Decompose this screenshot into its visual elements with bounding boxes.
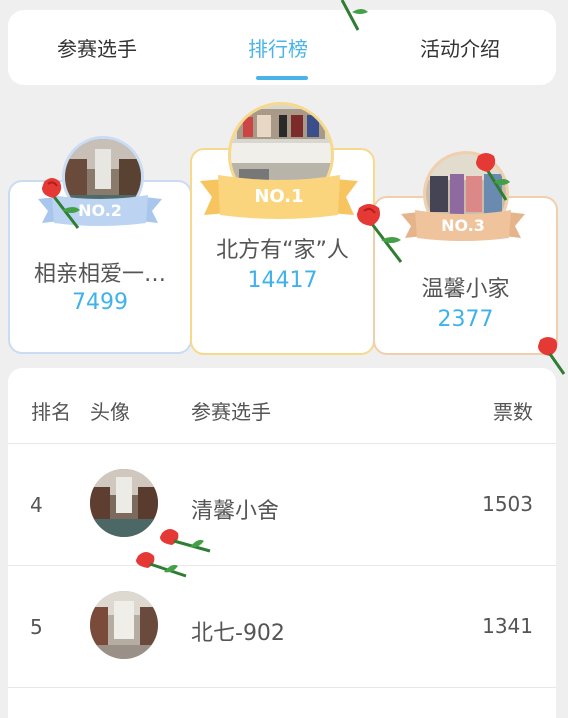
header-votes: 票数 <box>493 400 533 424</box>
header-avatar: 头像 <box>90 400 130 424</box>
header-contestant: 参赛选手 <box>191 400 271 424</box>
podium-name-first: 北方有“家”人 <box>216 238 349 263</box>
active-tab-indicator <box>256 76 308 80</box>
rank-badge-first: NO.1 <box>254 186 303 207</box>
podium-votes-first: 14417 <box>247 268 318 293</box>
row-rank: 4 <box>30 493 43 517</box>
rank-badge-second: NO.2 <box>78 201 122 220</box>
header-rank: 排名 <box>31 400 71 424</box>
row-avatar[interactable] <box>90 469 158 537</box>
row-name: 北七-902 <box>191 621 285 646</box>
rank-ribbon-third: NO.3 <box>401 210 525 241</box>
ranking-list: 排名 头像 参赛选手 票数 4 清馨小舍 1503 5 北七-902 1341 <box>8 368 556 718</box>
table-row[interactable]: 5 北七-902 1341 <box>8 565 556 687</box>
rank-ribbon-first: NO.1 <box>200 175 358 219</box>
podium-name-third: 温馨小家 <box>421 277 510 302</box>
row-rank: 5 <box>30 615 43 639</box>
podium-name-second: 相亲相爱一… <box>33 262 166 287</box>
rank-ribbon-second: NO.2 <box>38 195 162 226</box>
row-votes: 1341 <box>482 614 533 638</box>
row-votes: 1503 <box>482 492 533 516</box>
tab-activity-intro[interactable]: 活动介绍 <box>420 33 500 62</box>
row-avatar[interactable] <box>90 591 158 659</box>
rank-badge-third: NO.3 <box>441 216 485 235</box>
tab-contestants[interactable]: 参赛选手 <box>57 33 137 62</box>
table-row[interactable]: 4 清馨小舍 1503 <box>8 443 556 565</box>
podium-votes-third: 2377 <box>437 307 494 332</box>
tab-bar: 参赛选手 排行榜 活动介绍 <box>8 10 556 85</box>
tab-leaderboard[interactable]: 排行榜 <box>248 33 308 62</box>
row-name: 清馨小舍 <box>191 499 280 524</box>
divider <box>8 687 556 688</box>
podium-votes-second: 7499 <box>72 290 128 315</box>
